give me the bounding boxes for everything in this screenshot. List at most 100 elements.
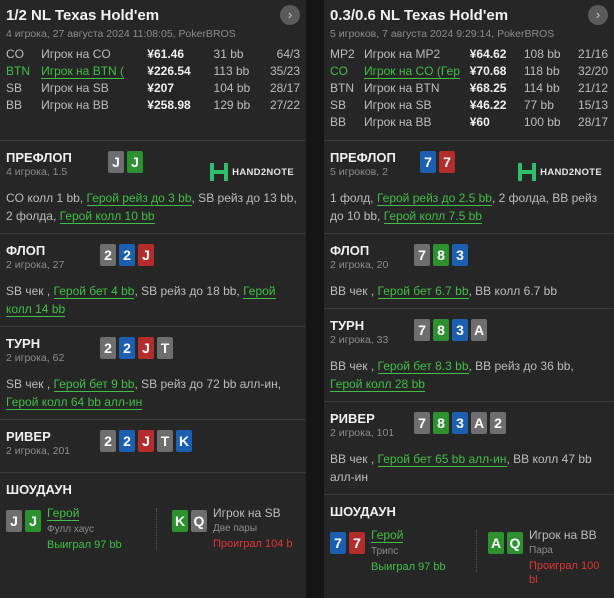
- hero-action: Герой рейз до 3 bb: [86, 191, 192, 206]
- player-name-text: Игрок на SB: [363, 97, 432, 112]
- playing-card: 7: [349, 532, 365, 554]
- player-position: CO: [330, 63, 348, 78]
- player-position: BB: [6, 97, 23, 112]
- hero-hand-rank: Фулл хаус: [47, 524, 95, 535]
- chevron-right-icon[interactable]: ›: [588, 5, 608, 25]
- board-cards: 783A2: [414, 412, 506, 434]
- hero-cards: JJ: [6, 506, 41, 552]
- street-actions: BB чек , Герой бет 6.7 bb, BB колл 6.7 b…: [330, 282, 608, 308]
- hero-name[interactable]: Герой: [371, 528, 404, 543]
- street-preflop: ПРЕФЛОП 5 игроков, 2 7 7 HAND2NOTE 1 фолд, Ге…: [324, 140, 614, 233]
- opponent-action: , BB рейз до 36 bb,: [468, 359, 574, 373]
- hero-action: Герой рейз до 2.5 bb: [376, 191, 492, 206]
- hand-title: 0.3/0.6 NL Texas Hold'em: [330, 7, 509, 24]
- player-stats: 21/16: [577, 46, 608, 61]
- playing-card: 7: [414, 319, 430, 341]
- showdown-hero: J J Герой Фулл хаус Выиграл 97 bb: [6, 506, 122, 552]
- player-name-text: Игрок на CO: [41, 46, 111, 61]
- player-stats: 35/23: [269, 63, 300, 78]
- hero-action: Герой бет 9 bb: [53, 377, 135, 392]
- opponent-action: , SB рейз до 72 bb алл-ин,: [134, 377, 282, 391]
- hero-action: Герой колл 10 bb: [59, 209, 155, 224]
- player-position: SB: [6, 80, 23, 95]
- playing-card: 3: [452, 412, 468, 434]
- villain-name: Игрок на BB: [529, 528, 597, 542]
- panel-gap: [306, 0, 324, 598]
- hero-action: Герой бет 65 bb алл-ин: [377, 452, 507, 467]
- player-row[interactable]: MP2 Игрок на MP2 ¥64.62 108 bb 21/16: [330, 45, 608, 62]
- player-row[interactable]: BB Игрок на BB ¥258.98 129 bb 27/22: [6, 96, 300, 113]
- player-stack: ¥64.62: [469, 46, 507, 61]
- showdown-divider: [476, 530, 477, 572]
- playing-card: 8: [433, 412, 449, 434]
- hero-name[interactable]: Герой: [47, 506, 80, 521]
- hand-header: 1/2 NL Texas Hold'em 4 игрока, 27 августа…: [0, 0, 306, 140]
- street-header: РИВЕР 2 игрока, 101 7 8 3 A 2: [330, 410, 608, 444]
- opponent-action: CO колл 1 bb,: [6, 191, 87, 205]
- hand-header: 0.3/0.6 NL Texas Hold'em 5 игроков, 7 авг…: [324, 0, 614, 140]
- opponent-action: SB чек ,: [6, 284, 54, 298]
- hero-action: Герой бет 6.7 bb: [377, 284, 469, 299]
- showdown-title: ШОУДАУН: [6, 482, 72, 497]
- player-stats: 28/17: [577, 114, 608, 129]
- board-cards: 22J: [100, 244, 154, 266]
- playing-card: K: [176, 430, 192, 452]
- street-header: ПРЕФЛОП 5 игроков, 2 7 7 HAND2NOTE: [330, 149, 608, 183]
- player-stack-bb: 31 bb: [213, 46, 244, 61]
- hero-cards: 77: [330, 528, 365, 574]
- hand2note-logo: HAND2NOTE: [518, 163, 602, 181]
- player-name-text[interactable]: Игрок на BTN (: [41, 63, 125, 79]
- street-header: ФЛОП 2 игрока, 20 7 8 3: [330, 242, 608, 276]
- villain-info: Игрок на SB Две пары Проиграл 104 b: [213, 506, 293, 551]
- street-turn: ТУРН 2 игрока, 33 7 8 3 A BB чек , Герой бет 8…: [324, 308, 614, 401]
- playing-card: 2: [119, 337, 135, 359]
- playing-card: T: [157, 337, 173, 359]
- playing-card: 2: [490, 412, 506, 434]
- playing-card: 3: [452, 244, 468, 266]
- board-cards: JJ: [108, 151, 143, 173]
- player-stack-bb: 100 bb: [523, 114, 561, 129]
- player-stack-bb: 118 bb: [523, 63, 560, 78]
- player-position: CO: [6, 46, 24, 61]
- opponent-action: BB чек ,: [330, 359, 378, 373]
- player-position: BTN: [330, 80, 354, 95]
- street-actions: BB чек , Герой бет 8.3 bb, BB рейз до 36…: [330, 357, 608, 401]
- player-name: Игрок на CO: [41, 45, 147, 62]
- playing-card: A: [471, 412, 487, 434]
- player-row[interactable]: CO Игрок на CO (Гер ¥70.68 118 bb 32/20: [330, 62, 608, 79]
- player-name-text: Игрок на BB: [363, 114, 432, 129]
- playing-card: 7: [420, 151, 436, 173]
- opponent-action: , SB рейз до 18 bb,: [134, 284, 244, 298]
- player-stats: 64/3: [276, 46, 300, 61]
- player-row[interactable]: CO Игрок на CO ¥61.46 31 bb 64/3: [6, 45, 300, 62]
- player-name-text: Игрок на BTN: [363, 80, 440, 95]
- player-row[interactable]: BTN Игрок на BTN ¥68.25 114 bb 21/12: [330, 79, 608, 96]
- board-cards: 22JT: [100, 337, 173, 359]
- player-name-text[interactable]: Игрок на CO (Гер: [363, 63, 460, 79]
- player-row[interactable]: SB Игрок на SB ¥207 104 bb 28/17: [6, 79, 300, 96]
- playing-card: 8: [433, 319, 449, 341]
- showdown-divider: [156, 508, 157, 550]
- hand-panel-1: 1/2 NL Texas Hold'em 4 игрока, 27 августа…: [0, 0, 306, 598]
- street-river: РИВЕР 2 игрока, 101 7 8 3 A 2 BB чек , Герой бе…: [324, 401, 614, 494]
- street-flop: ФЛОП 2 игрока, 20 7 8 3 BB чек , Герой бет 6.…: [324, 233, 614, 308]
- chevron-right-icon[interactable]: ›: [280, 5, 300, 25]
- player-stack-bb: 114 bb: [523, 80, 560, 95]
- player-name: Игрок на BB: [364, 113, 470, 130]
- playing-card: J: [25, 510, 41, 532]
- playing-card: T: [157, 430, 173, 452]
- villain-hand-rank: Две пары: [213, 523, 258, 534]
- villain-info: Игрок на BB Пара Проиграл 100 bl: [529, 528, 608, 587]
- villain-cards: KQ: [172, 506, 207, 551]
- player-row[interactable]: SB Игрок на SB ¥46.22 77 bb 15/13: [330, 96, 608, 113]
- hand2note-text: HAND2NOTE: [232, 166, 294, 178]
- player-row[interactable]: BTN Игрок на BTN (¥226.54 113 bb 35/23: [6, 62, 300, 79]
- player-row[interactable]: BB Игрок на BB ¥60 100 bb 28/17: [330, 113, 608, 130]
- playing-card: 2: [119, 244, 135, 266]
- player-stats: 27/22: [269, 97, 300, 112]
- street-actions: BB чек , Герой бет 65 bb алл-ин, BB колл…: [330, 450, 608, 494]
- playing-card: 8: [433, 244, 449, 266]
- player-stack-bb: 113 bb: [213, 63, 250, 78]
- street-flop: ФЛОП 2 игрока, 27 2 2 J SB чек , Герой бет 4 …: [0, 233, 306, 326]
- player-stats: 32/20: [577, 63, 608, 78]
